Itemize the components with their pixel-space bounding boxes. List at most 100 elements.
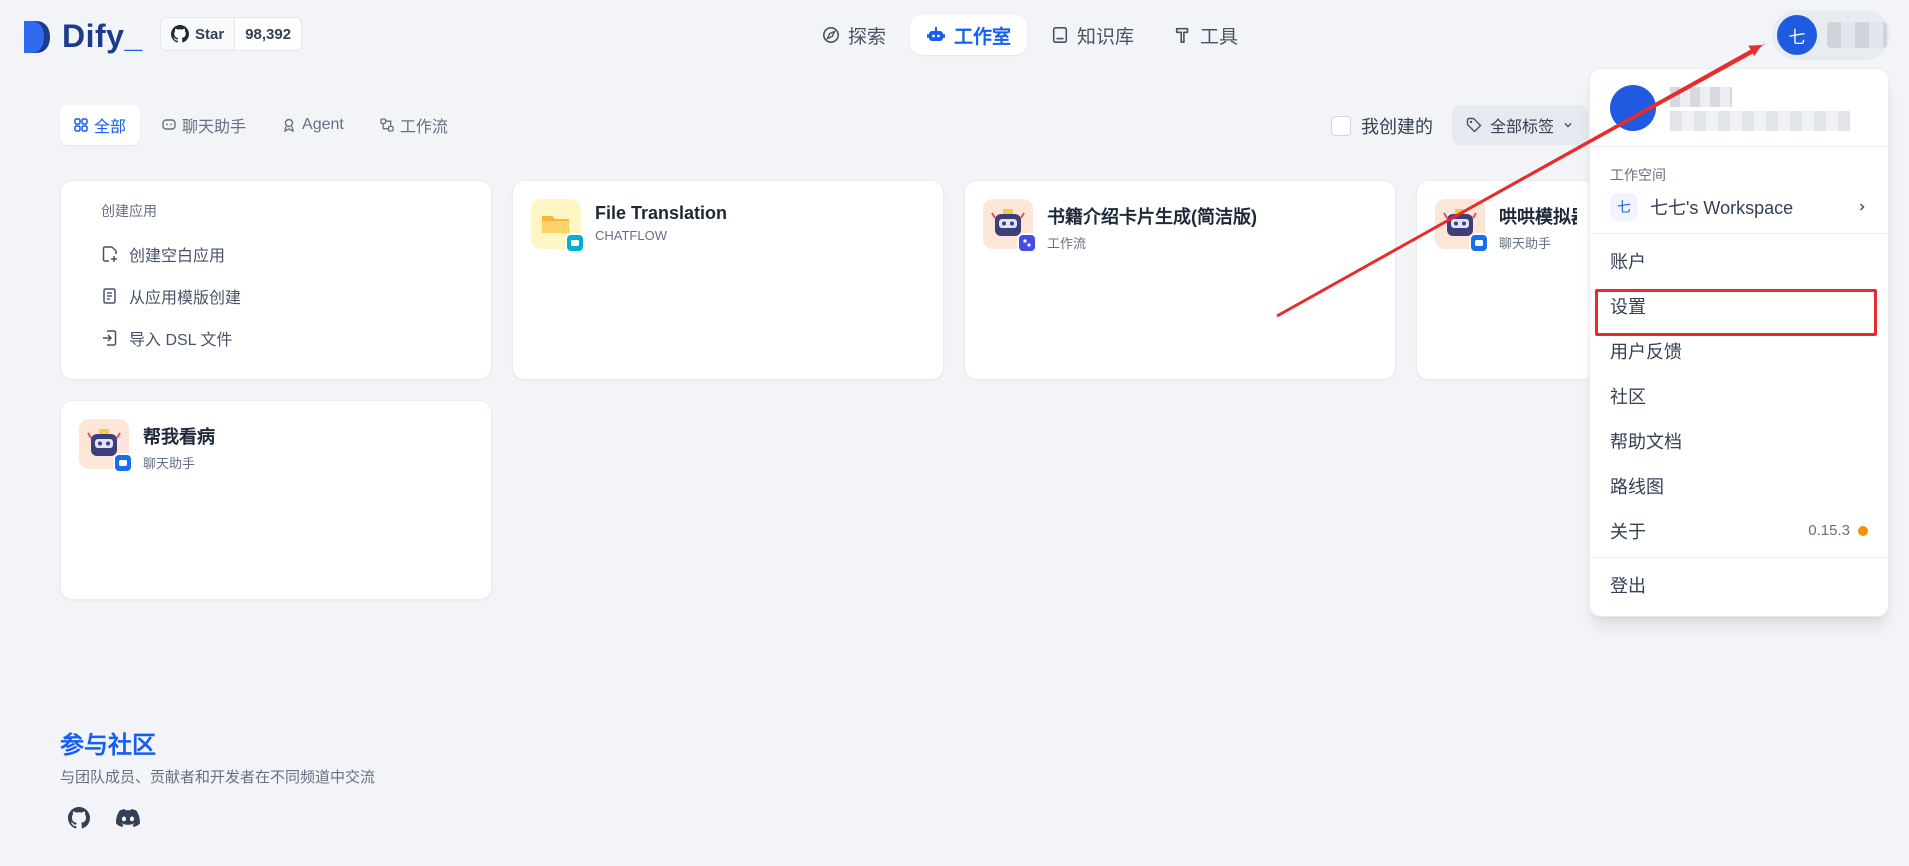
create-app-card: 创建应用 创建空白应用 从应用模版创建 导入 DSL 文件 [60, 180, 492, 380]
tab-chat-label: 聊天助手 [182, 119, 247, 136]
chatflow-badge-icon [565, 233, 585, 253]
app-card[interactable]: 书籍介绍卡片生成(简洁版) 工作流 [964, 180, 1396, 380]
github-star-label: Star [195, 25, 225, 43]
nav-knowledge[interactable]: 知识库 [1035, 15, 1150, 55]
menu-item-roadmap[interactable]: 路线图 [1590, 463, 1888, 508]
tag-icon [1466, 117, 1482, 133]
create-from-template-label: 从应用模版创建 [129, 290, 242, 307]
menu-item-about[interactable]: 关于 0.15.3 [1590, 508, 1888, 553]
avatar: 七 [1777, 15, 1817, 55]
version-number: 0.15.3 [1808, 522, 1850, 539]
menu-item-docs-label: 帮助文档 [1610, 431, 1682, 452]
robot-avatar-icon [79, 419, 133, 473]
user-dropdown-menu: 工作空间 七 七七's Workspace 账户 设置 用户反馈 社区 帮助文档… [1589, 68, 1889, 617]
app-name: 书籍介绍卡片生成(简洁版) [1047, 207, 1257, 227]
blurred-email [1670, 111, 1850, 131]
folder-icon [531, 199, 585, 253]
settings-highlight-box [1595, 289, 1877, 336]
import-dsl-label: 导入 DSL 文件 [129, 332, 233, 349]
grid-icon [74, 118, 88, 132]
workflow-badge-icon [1017, 233, 1037, 253]
book-icon [1052, 26, 1068, 44]
menu-item-community[interactable]: 社区 [1590, 373, 1888, 418]
menu-item-account[interactable]: 账户 [1590, 238, 1888, 283]
nav-tools[interactable]: 工具 [1158, 15, 1254, 55]
version-info: 0.15.3 [1808, 522, 1868, 539]
create-app-title: 创建应用 [101, 203, 157, 219]
agent-icon [284, 118, 294, 132]
tab-all[interactable]: 全部 [60, 105, 141, 145]
page: Dify_ Star 98,392 探索 工作室 知识库 工具 七 全部 聊天助… [0, 0, 1909, 866]
community-title: 参与社区 [60, 732, 156, 759]
robot-avatar-icon [983, 199, 1037, 253]
import-dsl-button[interactable]: 导入 DSL 文件 [101, 317, 451, 359]
community-subtitle: 与团队成员、贡献者和开发者在不同频道中交流 [60, 769, 376, 786]
created-by-me-checkbox[interactable] [1331, 116, 1351, 136]
tab-workflow[interactable]: 工作流 [366, 105, 462, 145]
nav-knowledge-label: 知识库 [1077, 26, 1135, 48]
nav-explore-label: 探索 [848, 26, 887, 48]
app-name: 哄哄模拟器 [1499, 207, 1577, 227]
github-icon [171, 25, 189, 43]
file-plus-icon [102, 246, 117, 262]
github-star-count: 98,392 [245, 25, 292, 43]
chat-bubble-icon [162, 119, 176, 130]
app-type: 聊天助手 [1499, 236, 1552, 251]
tab-agent[interactable]: Agent [268, 105, 358, 145]
robot-icon [927, 27, 946, 41]
tab-chat[interactable]: 聊天助手 [148, 105, 260, 145]
nav-studio[interactable]: 工作室 [910, 15, 1028, 55]
blurred-username [1670, 87, 1732, 107]
logo-text: Dify_ [62, 18, 143, 54]
compass-icon [822, 26, 840, 44]
discord-icon[interactable] [116, 807, 140, 829]
main-nav: 探索 工作室 知识库 工具 [806, 15, 1254, 55]
chat-badge-icon [1469, 233, 1489, 253]
avatar [1610, 85, 1656, 131]
logo-mark-icon [24, 20, 50, 53]
file-import-icon [103, 330, 117, 346]
github-icon[interactable] [68, 807, 90, 829]
menu-item-about-label: 关于 [1610, 521, 1646, 542]
community-section: 参与社区 与团队成员、贡献者和开发者在不同频道中交流 [60, 725, 375, 829]
dify-logo[interactable]: Dify_ [22, 18, 143, 55]
file-template-icon [103, 288, 116, 304]
tag-filter-label: 全部标签 [1490, 119, 1555, 136]
menu-item-roadmap-label: 路线图 [1610, 476, 1664, 497]
workspace-section-title: 工作空间 [1610, 167, 1666, 183]
app-type-tabs: 全部 聊天助手 Agent 工作流 [60, 105, 462, 145]
nav-tools-label: 工具 [1200, 26, 1239, 48]
robot-avatar-icon [1435, 199, 1489, 253]
menu-item-docs[interactable]: 帮助文档 [1590, 418, 1888, 463]
app-name: 帮我看病 [143, 427, 215, 447]
workspace-name: 七七's Workspace [1650, 198, 1794, 218]
nav-explore[interactable]: 探索 [806, 15, 902, 55]
menu-item-logout[interactable]: 登出 [1590, 562, 1888, 607]
divider [1590, 557, 1888, 558]
top-header: Dify_ Star 98,392 探索 工作室 知识库 工具 七 [0, 0, 1909, 70]
created-by-me-filter[interactable]: 我创建的 [1331, 113, 1433, 139]
create-blank-app-button[interactable]: 创建空白应用 [101, 233, 451, 275]
blurred-username [1827, 22, 1887, 48]
menu-item-feedback-label: 用户反馈 [1610, 341, 1682, 362]
app-card[interactable]: 哄哄模拟器 聊天助手 [1416, 180, 1596, 380]
app-type: CHATFLOW [595, 228, 667, 243]
workflow-icon [380, 118, 394, 132]
create-from-template-button[interactable]: 从应用模版创建 [101, 275, 451, 317]
nav-studio-label: 工作室 [954, 26, 1012, 48]
workspace-switcher[interactable]: 七 七七's Workspace [1590, 185, 1888, 229]
workspace-initial: 七 [1610, 193, 1638, 221]
app-type: 聊天助手 [143, 456, 196, 471]
divider [1590, 233, 1888, 234]
app-card[interactable]: 帮我看病 聊天助手 [60, 400, 492, 600]
user-menu-trigger[interactable]: 七 [1772, 10, 1890, 60]
update-dot-icon [1858, 525, 1868, 536]
menu-item-account-label: 账户 [1610, 251, 1646, 272]
menu-item-community-label: 社区 [1610, 386, 1646, 407]
tab-workflow-label: 工作流 [399, 119, 448, 136]
github-star-button[interactable]: Star 98,392 [160, 17, 303, 51]
app-card[interactable]: File Translation CHATFLOW [512, 180, 944, 380]
tag-filter-select[interactable]: 全部标签 [1452, 105, 1589, 145]
chevron-down-icon [1564, 122, 1572, 128]
app-name: File Translation [595, 203, 728, 223]
